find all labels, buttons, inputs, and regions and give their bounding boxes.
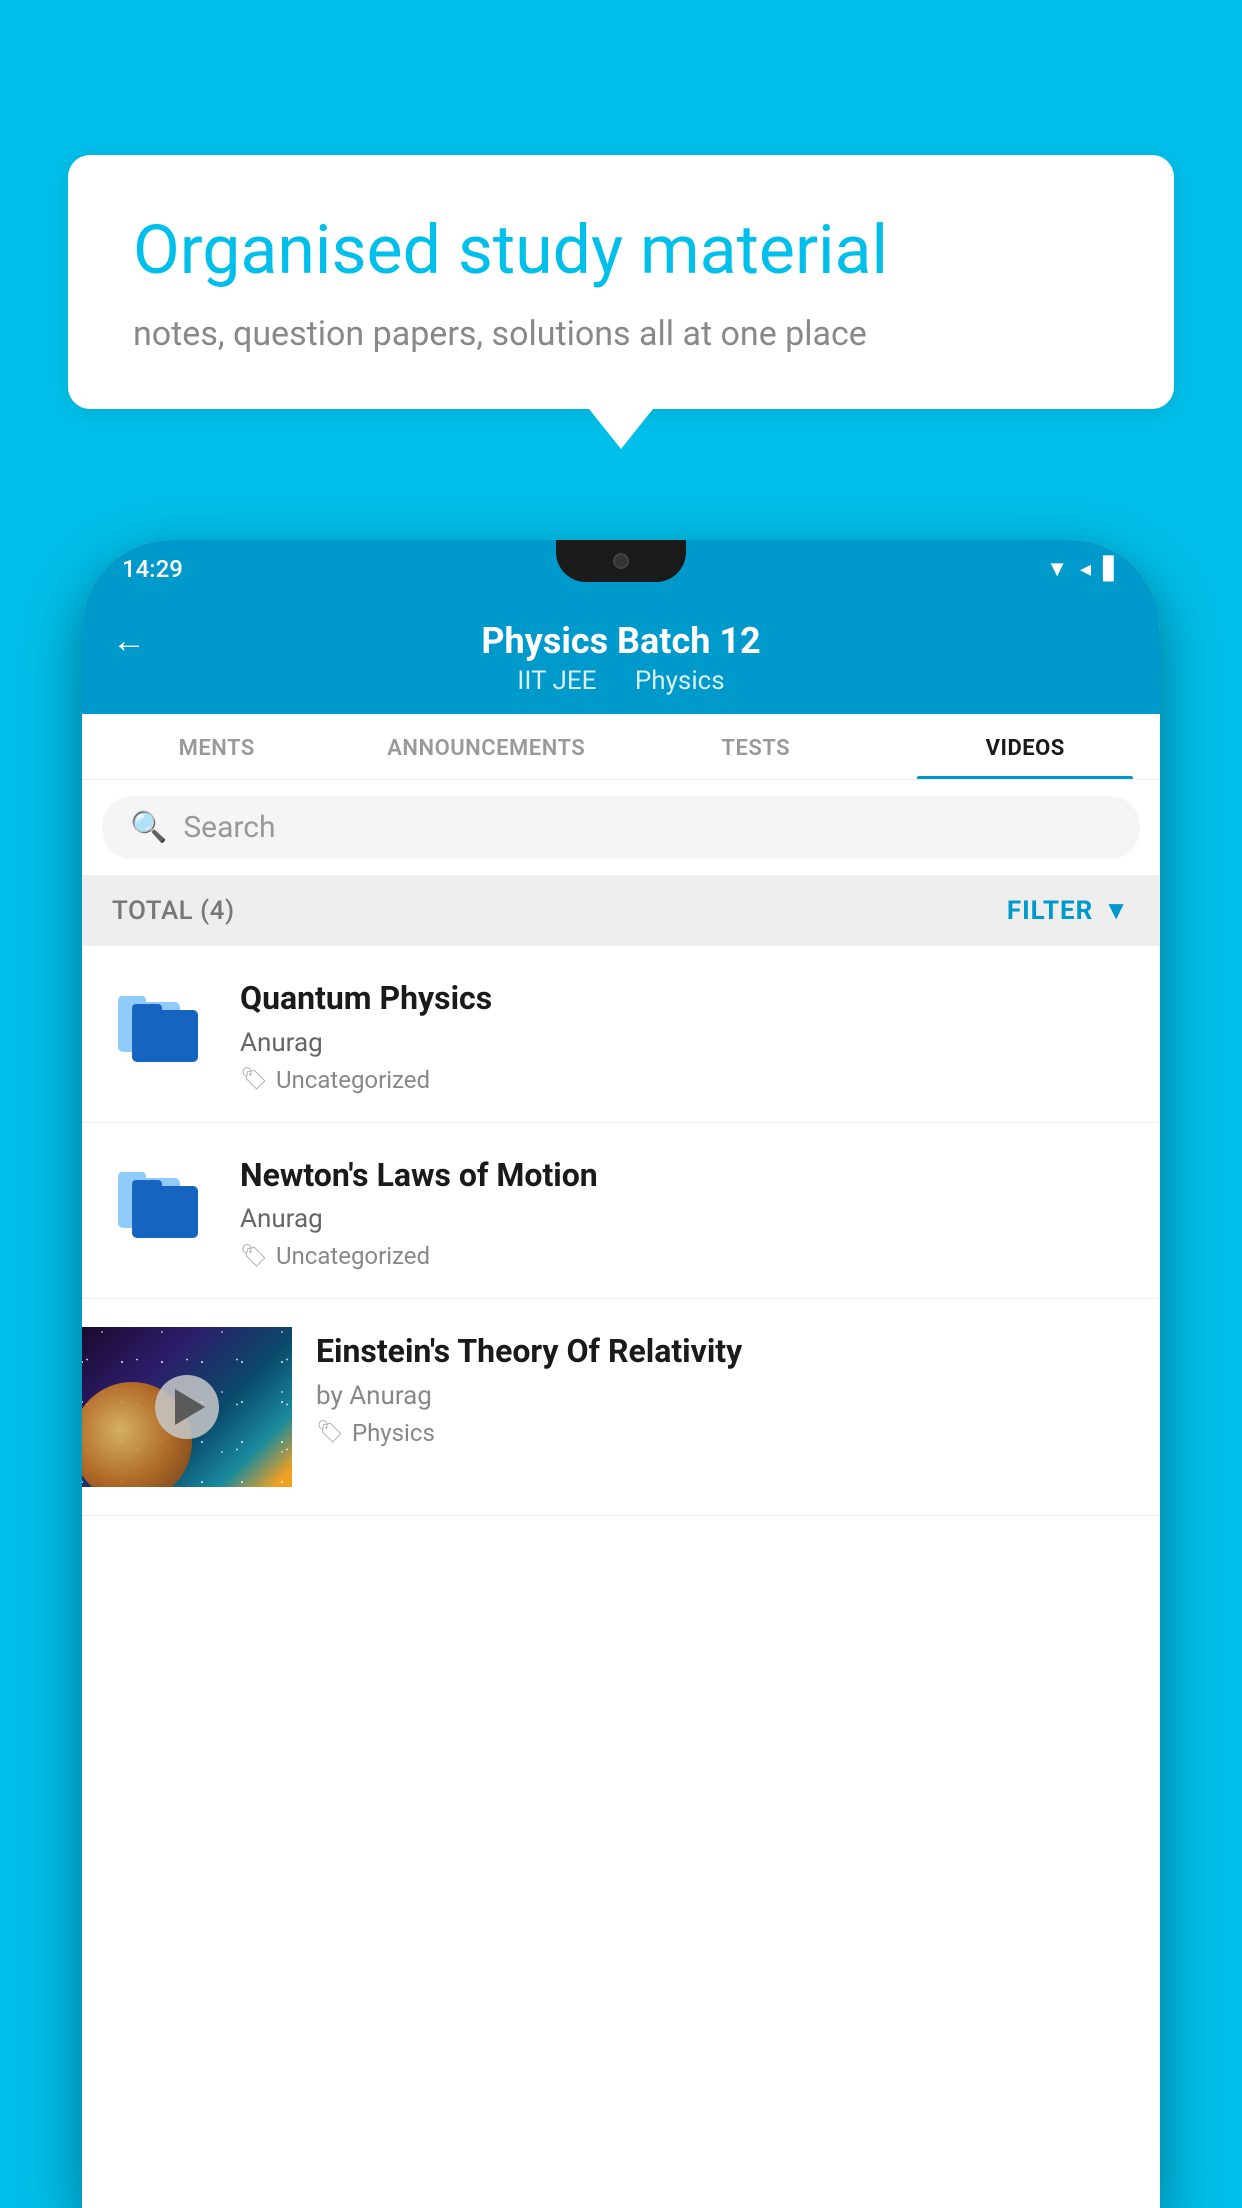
tag-label-quantum: Uncategorized (276, 1066, 430, 1094)
tab-announcements[interactable]: ANNOUNCEMENTS (352, 714, 622, 779)
status-bar: 14:29 ▼ ◂ ▋ (82, 540, 1160, 598)
app-header-title: Physics Batch 12 (481, 620, 760, 662)
tag-icon: 🏷 (240, 1067, 268, 1092)
search-bar[interactable]: 🔍 Search (102, 796, 1140, 859)
search-input[interactable]: Search (183, 810, 275, 845)
speech-bubble-arrow (589, 409, 653, 449)
app-header-top: ← Physics Batch 12 (112, 620, 1130, 662)
list-item[interactable]: Newton's Laws of Motion Anurag 🏷 Uncateg… (82, 1123, 1160, 1300)
video-list: Quantum Physics Anurag 🏷 Uncategorized (82, 946, 1160, 1516)
video-tag-einstein: 🏷 Physics (316, 1419, 1136, 1447)
app-header: ← Physics Batch 12 IIT JEE Physics (82, 598, 1160, 714)
video-info-einstein: Einstein's Theory Of Relativity by Anura… (316, 1327, 1136, 1447)
bubble-subtitle: notes, question papers, solutions all at… (133, 314, 1109, 354)
phone-frame: 14:29 ▼ ◂ ▋ ← Physics Batch 12 IIT JEE (82, 540, 1160, 2208)
video-author-newton: Anurag (240, 1204, 1136, 1234)
video-title-newton: Newton's Laws of Motion (240, 1155, 1136, 1197)
total-count-label: TOTAL (4) (112, 896, 235, 926)
camera-notch (613, 553, 629, 569)
app-header-subtitle: IIT JEE Physics (509, 666, 732, 696)
video-thumbnail-einstein (82, 1327, 292, 1487)
tag-label-newton: Uncategorized (276, 1242, 430, 1270)
status-time: 14:29 (122, 555, 183, 583)
speech-bubble: Organised study material notes, question… (68, 155, 1174, 409)
status-icons: ▼ ◂ ▋ (1046, 556, 1120, 582)
play-triangle-icon (175, 1389, 205, 1425)
list-item[interactable]: Einstein's Theory Of Relativity by Anura… (82, 1299, 1160, 1516)
video-author-quantum: Anurag (240, 1028, 1136, 1058)
list-item[interactable]: Quantum Physics Anurag 🏷 Uncategorized (82, 946, 1160, 1123)
wifi-icon: ▼ (1046, 556, 1068, 582)
video-info-quantum: Quantum Physics Anurag 🏷 Uncategorized (240, 974, 1136, 1094)
video-folder-icon-newton (106, 1151, 216, 1251)
video-title-quantum: Quantum Physics (240, 978, 1136, 1020)
tab-videos[interactable]: VIDEOS (891, 714, 1161, 779)
filter-icon: ▼ (1103, 895, 1130, 926)
search-icon: 🔍 (130, 810, 167, 845)
video-author-einstein: by Anurag (316, 1381, 1136, 1411)
tag-icon: 🏷 (316, 1420, 344, 1445)
tag-icon: 🏷 (240, 1244, 268, 1269)
signal-icon: ◂ (1080, 557, 1091, 582)
bubble-title: Organised study material (133, 210, 1109, 292)
video-title-einstein: Einstein's Theory Of Relativity (316, 1331, 1136, 1373)
speech-bubble-section: Organised study material notes, question… (68, 155, 1174, 449)
filter-bar: TOTAL (4) FILTER ▼ (82, 875, 1160, 946)
video-tag-quantum: 🏷 Uncategorized (240, 1066, 1136, 1094)
battery-icon: ▋ (1103, 557, 1120, 582)
header-subtitle-physics: Physics (635, 666, 725, 696)
filter-button[interactable]: FILTER ▼ (1007, 895, 1130, 926)
search-bar-wrapper: 🔍 Search (82, 780, 1160, 875)
back-button[interactable]: ← (112, 621, 146, 661)
notch (556, 540, 686, 582)
filter-label: FILTER (1007, 896, 1093, 926)
tag-label-einstein: Physics (352, 1419, 435, 1447)
video-tag-newton: 🏷 Uncategorized (240, 1242, 1136, 1270)
video-folder-icon-quantum (106, 974, 216, 1074)
tab-ments[interactable]: MENTS (82, 714, 352, 779)
phone-screen: 14:29 ▼ ◂ ▋ ← Physics Batch 12 IIT JEE (82, 540, 1160, 2208)
header-subtitle-iitjee: IIT JEE (517, 666, 596, 696)
video-info-newton: Newton's Laws of Motion Anurag 🏷 Uncateg… (240, 1151, 1136, 1271)
play-button-einstein[interactable] (155, 1375, 219, 1439)
tab-tests[interactable]: TESTS (621, 714, 891, 779)
tabs-bar: MENTS ANNOUNCEMENTS TESTS VIDEOS (82, 714, 1160, 780)
